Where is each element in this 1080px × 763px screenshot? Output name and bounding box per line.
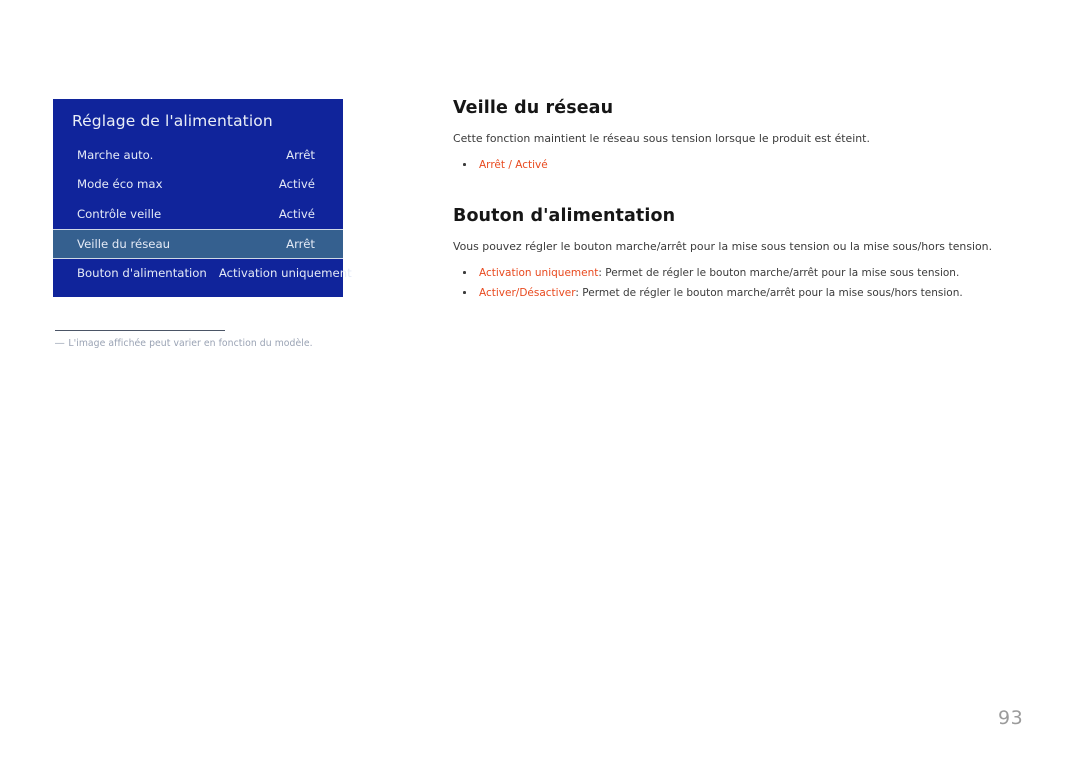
section-heading: Veille du réseau <box>453 98 614 118</box>
osd-menu-row[interactable]: Bouton d'alimentation Activation uniqueme… <box>53 259 352 289</box>
option-list-item: Arrêt / Activé <box>453 155 1013 175</box>
section-paragraph: Vous pouvez régler le bouton marche/arrê… <box>453 239 993 253</box>
osd-row-label: Veille du réseau <box>77 236 171 251</box>
page-number: 93 <box>998 707 1024 729</box>
osd-row-value: Arrêt <box>286 147 315 162</box>
osd-row-value: Activation uniquement <box>218 266 352 281</box>
option-name: Activation uniquement <box>479 266 599 279</box>
option-list-item: Activation uniquement: Permet de régler … <box>453 263 1013 283</box>
footnote: ― L'image affichée peut varier en fonctio… <box>55 338 313 349</box>
option-name: Activer/Désactiver <box>479 286 576 299</box>
osd-row-label: Bouton d'alimentation <box>77 266 207 281</box>
osd-menu-rows: Marche auto. Arrêt Mode éco max Activé Contr… <box>53 140 352 289</box>
osd-menu-panel: Réglage de l'alimentation Marche auto. Ar… <box>53 99 352 297</box>
osd-row-value: Arrêt <box>286 236 315 251</box>
osd-row-label: Marche auto. <box>77 147 154 162</box>
osd-menu-row[interactable]: Marche auto. Arrêt <box>53 140 343 170</box>
osd-menu-title: Réglage de l'alimentation <box>72 112 273 130</box>
osd-row-label: Contrôle veille <box>77 206 162 221</box>
osd-menu-row[interactable]: Contrôle veille Activé <box>53 199 343 229</box>
footnote-divider <box>55 330 225 331</box>
option-description: : Permet de régler le bouton marche/arrê… <box>575 286 963 299</box>
osd-row-label: Mode éco max <box>77 177 163 192</box>
option-list-item: Activer/Désactiver: Permet de régler le … <box>453 283 1013 303</box>
option-description: : Permet de régler le bouton marche/arrê… <box>598 266 960 279</box>
content-section: Bouton d'alimentation Vous pouvez régler … <box>453 206 1013 303</box>
footnote-text: L'image affichée peut varier en fonction… <box>68 338 313 349</box>
content-column: Veille du réseau Cette fonction maintient… <box>453 98 1013 303</box>
section-paragraph: Cette fonction maintient le réseau sous … <box>453 132 870 145</box>
content-section: Veille du réseau Cette fonction maintient… <box>453 98 1013 175</box>
footnote-dash: ― <box>55 338 65 349</box>
osd-menu-row[interactable]: Mode éco max Activé <box>53 170 343 200</box>
option-list: Activation uniquement: Permet de régler … <box>453 263 1013 303</box>
option-name: Arrêt / Activé <box>479 158 548 171</box>
osd-row-value: Activé <box>278 177 315 192</box>
option-list: Arrêt / Activé <box>453 155 1013 175</box>
section-heading: Bouton d'alimentation <box>453 205 676 226</box>
osd-menu-row[interactable]: Veille du réseau Arrêt <box>53 228 343 259</box>
osd-row-value: Activé <box>278 206 315 221</box>
